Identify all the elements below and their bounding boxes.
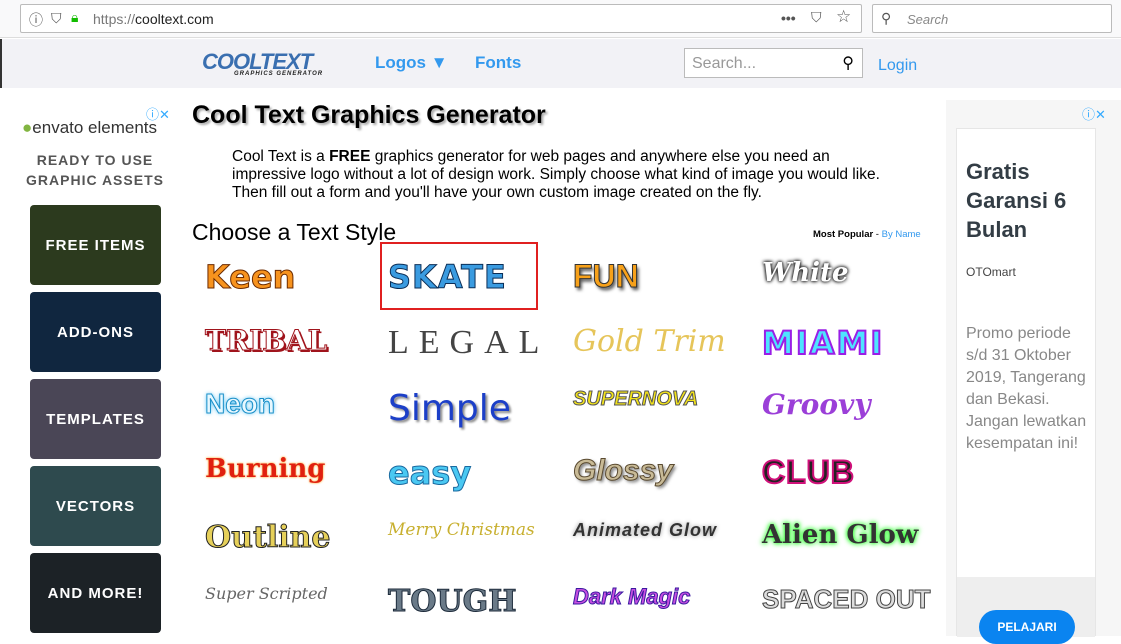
text-style-burning[interactable]: Burning bbox=[205, 454, 325, 484]
sort-most-popular[interactable]: Most Popular bbox=[813, 229, 873, 240]
site-logo[interactable]: COOLTEXT GRAPHICS GENERATOR bbox=[202, 49, 323, 77]
text-style-dark-magic[interactable]: Dark Magic bbox=[572, 584, 690, 610]
text-style-super-scripted[interactable]: Super Scripted bbox=[205, 584, 328, 603]
browser-search-placeholder: Search bbox=[907, 12, 949, 27]
lock-icon: 🔒︎ bbox=[71, 9, 79, 25]
ad-tile[interactable]: AND MORE! bbox=[30, 553, 161, 633]
search-icon: ⚲ bbox=[881, 10, 892, 26]
intro-text: Cool Text is a FREE graphics generator f… bbox=[232, 148, 880, 201]
ad-advertiser: OTOmart bbox=[966, 265, 1016, 279]
more-icon[interactable]: ••• bbox=[781, 10, 796, 26]
ad-tile[interactable]: ADD-ONS bbox=[30, 292, 161, 372]
text-style-fun[interactable]: FUN bbox=[573, 258, 640, 295]
ad-cta-button[interactable]: PELAJARI bbox=[979, 610, 1075, 644]
site-search-input[interactable]: Search... ⚲ bbox=[684, 48, 863, 78]
site-nav: COOLTEXT GRAPHICS GENERATOR Logos ▼ Fonts… bbox=[0, 39, 1121, 88]
browser-search[interactable]: ⚲ Search bbox=[872, 4, 1112, 33]
section-title: Choose a Text Style bbox=[192, 219, 397, 245]
text-style-tough[interactable]: TOUGH bbox=[388, 584, 518, 620]
right-ad[interactable]: ⓘ✕ Gratis Garansi 6 Bulan OTOmart Promo … bbox=[946, 100, 1121, 644]
ad-title: Gratis Garansi 6 Bulan bbox=[966, 159, 1067, 242]
text-style-simple[interactable]: Simple bbox=[388, 388, 511, 429]
url-bar[interactable]: ⓘ ⛉ 🔒︎ https://cooltext.com ••• ⛉ ☆ bbox=[20, 4, 862, 33]
text-style-white[interactable]: White bbox=[762, 258, 849, 288]
text-style-keen[interactable]: Keen bbox=[204, 258, 295, 297]
sort-options: Most Popular - By Name bbox=[813, 229, 921, 240]
text-style-outline[interactable]: Outline bbox=[205, 520, 331, 556]
selected-style-highlight bbox=[380, 242, 538, 310]
pocket-icon[interactable]: ⛉ bbox=[811, 9, 822, 26]
text-style-groovy[interactable]: Groovy bbox=[762, 388, 871, 421]
ad-tile[interactable]: VECTORS bbox=[30, 466, 161, 546]
bookmark-star-icon[interactable]: ☆ bbox=[836, 7, 851, 27]
text-style-gold-trim[interactable]: Gold Trim bbox=[573, 324, 726, 359]
search-icon[interactable]: ⚲ bbox=[842, 53, 854, 73]
ad-tile[interactable]: FREE ITEMS bbox=[30, 205, 161, 285]
search-placeholder: Search... bbox=[692, 55, 757, 72]
text-style-tribal[interactable]: TRIBAL bbox=[204, 324, 327, 358]
adchoices-icon[interactable]: ⓘ✕ bbox=[1082, 104, 1106, 123]
envato-logo: ●envato elements bbox=[22, 118, 158, 137]
text-style-animated-glow[interactable]: Animated Glow bbox=[573, 520, 717, 541]
shield-icon[interactable]: ⛉ bbox=[51, 10, 62, 27]
logo-subtitle: GRAPHICS GENERATOR bbox=[234, 71, 324, 77]
text-style-neon[interactable]: Neon bbox=[205, 388, 276, 420]
ad-tile[interactable]: TEMPLATES bbox=[30, 379, 161, 459]
url-host: cooltext.com bbox=[135, 11, 214, 27]
ad-headline: READY TO USE GRAPHIC ASSETS bbox=[26, 152, 164, 188]
nav-fonts[interactable]: Fonts bbox=[475, 53, 521, 73]
left-ad[interactable]: ⓘ✕ ●envato elements READY TO USE GRAPHIC… bbox=[0, 100, 190, 636]
text-style-easy[interactable]: easy bbox=[387, 454, 471, 493]
text-style-merry-christmas[interactable]: Merry Christmas bbox=[388, 520, 535, 540]
browser-toolbar: ⓘ ⛉ 🔒︎ https://cooltext.com ••• ⛉ ☆ ⚲ Se… bbox=[0, 0, 1121, 38]
url-prefix: https:// bbox=[93, 11, 136, 27]
text-style-glossy[interactable]: Glossy bbox=[572, 454, 673, 488]
text-style-spaced-out[interactable]: SPACED OUT bbox=[762, 584, 932, 615]
nav-logos[interactable]: Logos ▼ bbox=[375, 53, 448, 73]
text-style-miami[interactable]: MIAMI bbox=[761, 323, 884, 363]
text-style-supernova[interactable]: SUPERNOVA bbox=[572, 388, 698, 411]
ad-body: Promo periode s/d 31 Oktober 2019, Tange… bbox=[966, 325, 1087, 452]
login-link[interactable]: Login bbox=[878, 57, 917, 75]
text-style-legal[interactable]: LEGAL bbox=[388, 324, 549, 362]
info-icon[interactable]: ⓘ bbox=[29, 10, 43, 30]
text-style-club[interactable]: CLUB bbox=[761, 453, 855, 491]
page-title: Cool Text Graphics Generator bbox=[192, 101, 546, 129]
text-style-alien-glow[interactable]: Alien Glow bbox=[762, 520, 918, 550]
sort-by-name[interactable]: By Name bbox=[882, 229, 921, 240]
